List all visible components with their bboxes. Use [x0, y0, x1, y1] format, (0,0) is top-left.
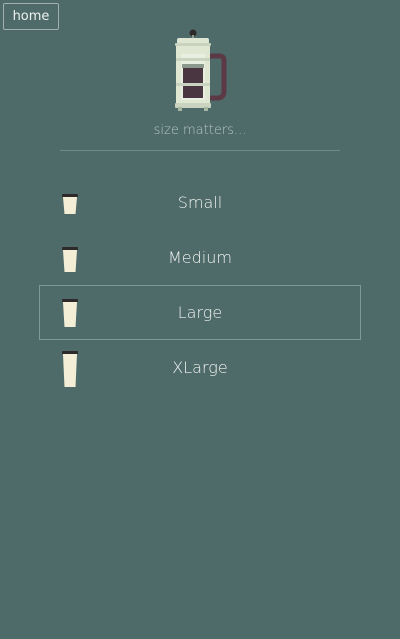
- size-label-large: Large: [177, 303, 223, 322]
- size-list: Small Medium Large XLarge: [39, 175, 361, 395]
- size-label-medium: Medium: [168, 248, 232, 267]
- size-label-small: Small: [177, 193, 223, 212]
- home-button[interactable]: home: [3, 3, 59, 30]
- divider: [60, 150, 340, 151]
- french-press-icon: [175, 29, 227, 111]
- size-option-large[interactable]: Large: [39, 285, 361, 340]
- size-option-medium[interactable]: Medium: [39, 230, 361, 285]
- size-option-small[interactable]: Small: [39, 175, 361, 230]
- tagline: size matters...: [153, 123, 247, 138]
- size-label-xlarge: XLarge: [172, 358, 228, 377]
- size-option-xlarge[interactable]: XLarge: [39, 340, 361, 395]
